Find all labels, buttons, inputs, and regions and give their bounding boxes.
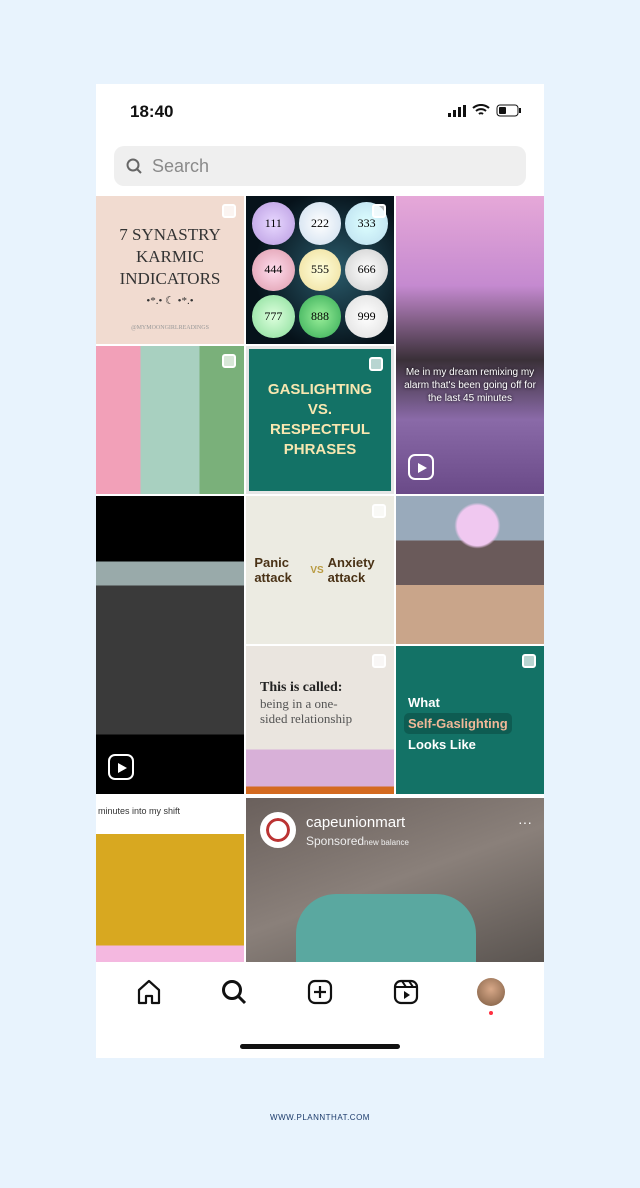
brand-label: new balance [364, 838, 409, 847]
multi-post-icon [372, 654, 386, 668]
post-one-sided[interactable]: This is called: being in a one-sided rel… [246, 646, 394, 794]
post-highlight: Self-Gaslighting [404, 713, 512, 734]
status-bar: 18:40 [96, 84, 544, 140]
post-title: GASLIGHTING VS. RESPECTFUL PHRASES [267, 381, 373, 458]
post-cartoon[interactable] [96, 346, 244, 494]
battery-icon [496, 104, 521, 117]
multi-post-icon [522, 654, 536, 668]
avatar [477, 978, 506, 1006]
post-panic-anxiety[interactable]: Panic attack VS Anxiety attack [246, 496, 394, 644]
panic-label: Panic attack [254, 555, 292, 585]
notification-dot [489, 1011, 494, 1015]
search-tab-icon[interactable] [220, 978, 248, 1006]
post-festival[interactable] [396, 496, 544, 644]
explore-grid: 7 SYNASTRY KARMIC INDICATORS •*.• ☾ •*.•… [96, 196, 544, 962]
number-bubble: 666 [345, 248, 388, 292]
footer-url: WWW.PLANNTHAT.COM [270, 1113, 370, 1122]
ad-sub: Sponsorednew balance [306, 834, 409, 848]
search-icon [126, 158, 142, 174]
number-bubble: 888 [298, 295, 342, 338]
reel-caption: Me in my dream remixing my alarm that's … [404, 367, 536, 404]
reels-tab-icon[interactable] [392, 978, 420, 1006]
reel-dream-remix[interactable]: Me in my dream remixing my alarm that's … [396, 196, 544, 494]
number-bubble: 555 [298, 248, 342, 292]
profile-tab[interactable] [477, 978, 506, 1015]
signal-icon [448, 104, 466, 117]
sponsored-ad[interactable]: capeunionmart Sponsorednew balance ··· [246, 798, 544, 962]
vs-label: VS [310, 564, 324, 576]
home-indicator [240, 1044, 400, 1049]
sponsored-label: Sponsored [306, 834, 365, 848]
phone-screen: 18:40 Search 7 SYNASTRY KARMIC INDICATOR… [96, 84, 544, 1058]
multi-post-icon [222, 354, 236, 368]
number-bubble: 777 [252, 295, 295, 338]
home-icon[interactable] [135, 978, 163, 1006]
multi-post-icon [372, 204, 386, 218]
ad-account[interactable]: capeunionmart [306, 814, 405, 831]
post-angel-numbers[interactable]: 111 222 333 444 555 666 777 888 999 [246, 196, 394, 344]
number-bubble: 444 [252, 248, 295, 292]
multi-post-icon [369, 357, 383, 371]
shoe-image [296, 894, 476, 962]
search-input[interactable]: Search [114, 146, 526, 186]
post-title: This is called: [260, 680, 343, 695]
more-options-icon[interactable]: ··· [518, 814, 532, 830]
post-shift-meme[interactable]: minutes into my shift [96, 798, 244, 962]
reels-icon [408, 454, 434, 480]
number-bubble: 111 [252, 202, 295, 245]
post-title: 7 SYNASTRY KARMIC INDICATORS [119, 225, 221, 288]
ad-avatar[interactable] [260, 812, 296, 848]
tab-bar [96, 962, 544, 1022]
wifi-icon [472, 104, 490, 115]
multi-post-icon [372, 504, 386, 518]
multi-post-icon [222, 204, 236, 218]
anxiety-label: Anxiety attack [327, 555, 375, 585]
search-placeholder: Search [152, 155, 210, 176]
post-line: What [408, 695, 440, 710]
number-bubble: 999 [345, 295, 388, 338]
post-stars: •*.• ☾ •*.• [146, 295, 194, 307]
reels-icon [108, 754, 134, 780]
create-post-icon[interactable] [306, 978, 334, 1006]
post-gaslighting[interactable]: GASLIGHTING VS. RESPECTFUL PHRASES [246, 346, 394, 494]
post-synastry[interactable]: 7 SYNASTRY KARMIC INDICATORS •*.• ☾ •*.•… [96, 196, 244, 344]
post-self-gaslighting[interactable]: What Self-Gaslighting Looks Like [396, 646, 544, 794]
post-handle: @MYMOONGIRLREADINGS [131, 325, 209, 331]
post-line: Looks Like [408, 737, 476, 752]
clock: 18:40 [130, 102, 174, 121]
reel-dance[interactable] [96, 496, 244, 794]
number-bubble: 222 [298, 202, 342, 245]
post-subtitle: being in a one-sided relationship [260, 696, 353, 726]
meme-caption: minutes into my shift [98, 806, 181, 816]
